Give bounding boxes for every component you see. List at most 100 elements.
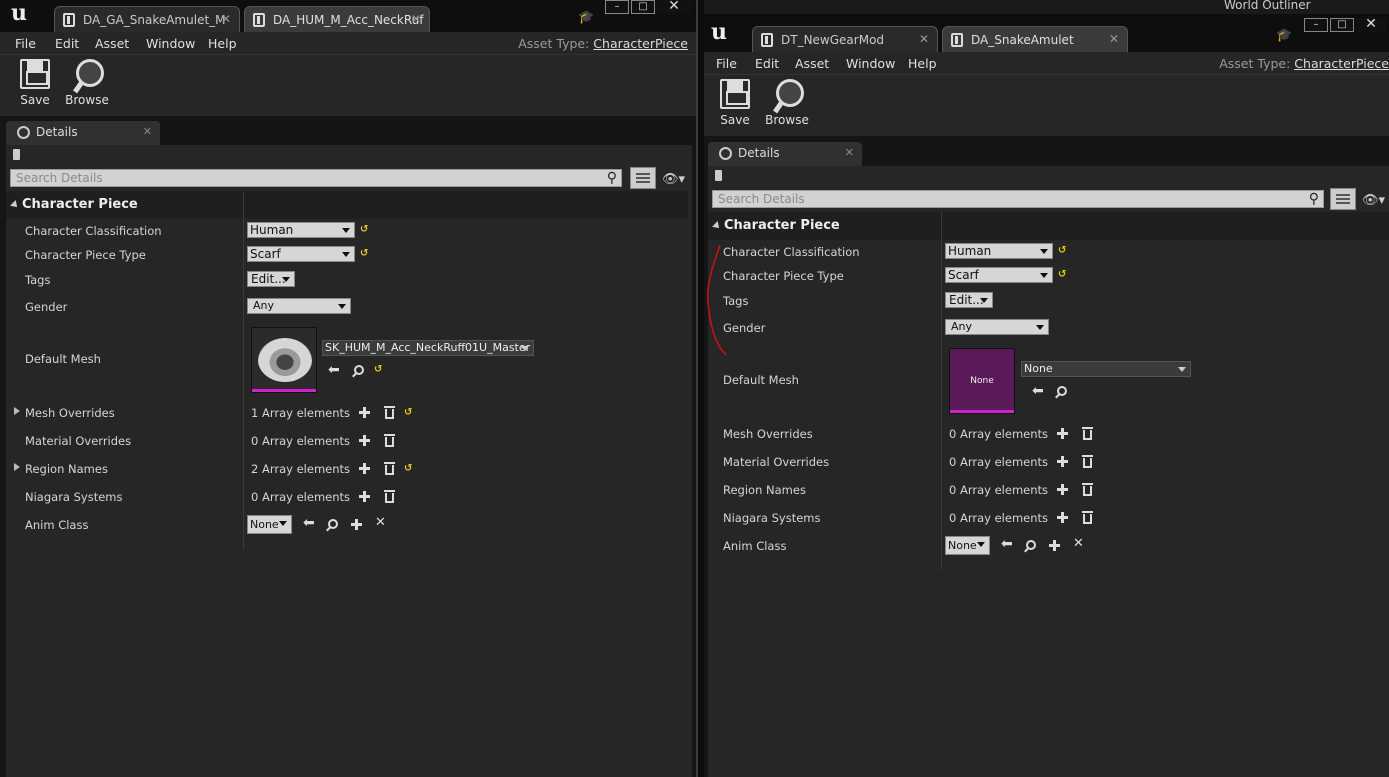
close-window-button[interactable]: ✕ xyxy=(1356,17,1386,32)
mesh-picker-dropdown[interactable]: None xyxy=(1021,361,1191,377)
tab-hum-neckruff[interactable]: DA_HUM_M_Acc_NeckRuf ✕ xyxy=(244,6,430,32)
mortarboard-icon[interactable]: 🎓 xyxy=(1276,28,1292,43)
menu-asset[interactable]: Asset xyxy=(95,36,129,51)
delete-icon[interactable] xyxy=(384,434,395,447)
reset-to-default-icon[interactable]: ↺ xyxy=(1058,245,1066,256)
unreal-logo-icon[interactable]: u xyxy=(707,20,731,44)
delete-icon[interactable] xyxy=(1082,483,1093,496)
mortarboard-icon[interactable]: 🎓 xyxy=(578,10,594,25)
unreal-logo-icon[interactable]: u xyxy=(7,1,31,25)
use-selected-arrow-icon[interactable]: ⬅ xyxy=(1032,383,1044,399)
view-options-icon[interactable]: 👁▾ xyxy=(662,172,685,187)
tab-snake-amulet-m[interactable]: DA_GA_SnakeAmulet_M ✕ xyxy=(54,6,240,32)
tags-edit-button[interactable]: Edit... xyxy=(945,292,993,308)
close-tab-icon[interactable]: ✕ xyxy=(221,12,231,26)
expand-arrow-icon[interactable] xyxy=(14,407,20,415)
create-new-icon[interactable] xyxy=(1049,540,1060,551)
tab-details[interactable]: Details ✕ xyxy=(6,121,160,145)
close-tab-icon[interactable]: ✕ xyxy=(1109,32,1119,46)
menu-help[interactable]: Help xyxy=(908,56,937,71)
reset-to-default-icon[interactable]: ↺ xyxy=(404,407,412,418)
add-element-icon[interactable] xyxy=(1057,512,1068,523)
clear-icon[interactable]: ✕ xyxy=(1073,536,1084,551)
menu-file[interactable]: File xyxy=(716,56,737,71)
delete-icon[interactable] xyxy=(1082,427,1093,440)
classification-dropdown[interactable]: Human xyxy=(247,222,355,238)
add-element-icon[interactable] xyxy=(359,491,370,502)
classification-dropdown[interactable]: Human xyxy=(945,243,1053,259)
tab-details[interactable]: Details ✕ xyxy=(708,142,862,166)
add-element-icon[interactable] xyxy=(359,463,370,474)
category-header[interactable]: Character Piece xyxy=(6,191,688,219)
use-selected-arrow-icon[interactable]: ⬅ xyxy=(1001,536,1013,552)
category-header[interactable]: Character Piece xyxy=(708,212,1389,240)
menu-help[interactable]: Help xyxy=(208,36,237,51)
save-button[interactable]: Save xyxy=(711,79,759,127)
add-element-icon[interactable] xyxy=(1057,456,1068,467)
close-window-button[interactable]: ✕ xyxy=(657,0,691,14)
menu-asset[interactable]: Asset xyxy=(795,56,829,71)
search-input[interactable]: Search Details ⚲ xyxy=(712,190,1324,208)
column-divider[interactable] xyxy=(243,191,244,549)
delete-icon[interactable] xyxy=(384,490,395,503)
browse-button[interactable]: Browse xyxy=(763,79,811,127)
gender-dropdown[interactable]: Any xyxy=(247,298,351,314)
close-tab-icon[interactable]: ✕ xyxy=(411,12,421,26)
close-tab-icon[interactable]: ✕ xyxy=(919,32,929,46)
search-input[interactable]: Search Details ⚲ xyxy=(10,169,622,187)
use-selected-arrow-icon[interactable]: ⬅ xyxy=(328,362,340,378)
expand-arrow-icon[interactable] xyxy=(14,463,20,471)
tab-dt-newgearmod[interactable]: DT_NewGearMod ✕ xyxy=(752,26,938,52)
mesh-picker-dropdown[interactable]: SK_HUM_M_Acc_NeckRuff01U_Master xyxy=(322,340,534,356)
add-element-icon[interactable] xyxy=(359,435,370,446)
save-button[interactable]: Save xyxy=(11,59,59,107)
delete-icon[interactable] xyxy=(384,406,395,419)
anim-class-dropdown[interactable]: None xyxy=(247,515,292,534)
piece-type-dropdown[interactable]: Scarf xyxy=(945,267,1053,283)
reset-to-default-icon[interactable]: ↺ xyxy=(404,463,412,474)
reset-to-default-icon[interactable]: ↺ xyxy=(1058,269,1066,280)
property-matrix-button[interactable] xyxy=(1330,188,1356,210)
world-outliner-title[interactable]: World Outliner xyxy=(1224,0,1311,12)
mesh-thumbnail[interactable] xyxy=(251,327,317,393)
add-element-icon[interactable] xyxy=(1057,484,1068,495)
lock-icon[interactable] xyxy=(715,170,722,181)
tags-edit-button[interactable]: Edit... xyxy=(247,271,295,287)
close-details-icon[interactable]: ✕ xyxy=(845,146,854,159)
tab-da-snakeamulet[interactable]: DA_SnakeAmulet ✕ xyxy=(942,26,1128,52)
minimize-button[interactable]: – xyxy=(605,0,629,14)
reset-to-default-icon[interactable]: ↺ xyxy=(374,364,382,375)
piece-type-dropdown[interactable]: Scarf xyxy=(247,246,355,262)
browse-asset-icon[interactable] xyxy=(1057,386,1067,396)
gender-dropdown[interactable]: Any xyxy=(945,319,1049,335)
create-new-icon[interactable] xyxy=(351,519,362,530)
property-matrix-button[interactable] xyxy=(630,167,656,189)
menu-file[interactable]: File xyxy=(15,36,36,51)
minimize-button[interactable]: – xyxy=(1304,18,1328,32)
browse-class-icon[interactable] xyxy=(328,519,338,529)
menu-window[interactable]: Window xyxy=(846,56,895,71)
asset-type-link[interactable]: CharacterPiece xyxy=(593,36,688,51)
browse-asset-icon[interactable] xyxy=(354,365,364,375)
add-element-icon[interactable] xyxy=(359,407,370,418)
reset-to-default-icon[interactable]: ↺ xyxy=(360,248,368,259)
maximize-button[interactable]: □ xyxy=(1330,18,1354,32)
view-options-icon[interactable]: 👁▾ xyxy=(1362,193,1385,208)
use-selected-arrow-icon[interactable]: ⬅ xyxy=(303,515,315,531)
menu-edit[interactable]: Edit xyxy=(755,56,779,71)
maximize-button[interactable]: □ xyxy=(631,0,655,14)
clear-icon[interactable]: ✕ xyxy=(375,515,386,530)
lock-icon[interactable] xyxy=(13,149,20,160)
menu-window[interactable]: Window xyxy=(146,36,195,51)
add-element-icon[interactable] xyxy=(1057,428,1068,439)
menu-edit[interactable]: Edit xyxy=(55,36,79,51)
reset-to-default-icon[interactable]: ↺ xyxy=(360,224,368,235)
browse-class-icon[interactable] xyxy=(1026,540,1036,550)
delete-icon[interactable] xyxy=(1082,455,1093,468)
browse-button[interactable]: Browse xyxy=(63,59,111,107)
delete-icon[interactable] xyxy=(1082,511,1093,524)
anim-class-dropdown[interactable]: None xyxy=(945,536,990,555)
delete-icon[interactable] xyxy=(384,462,395,475)
mesh-thumbnail[interactable]: None xyxy=(949,348,1015,414)
asset-type-link[interactable]: CharacterPiece xyxy=(1294,56,1389,71)
